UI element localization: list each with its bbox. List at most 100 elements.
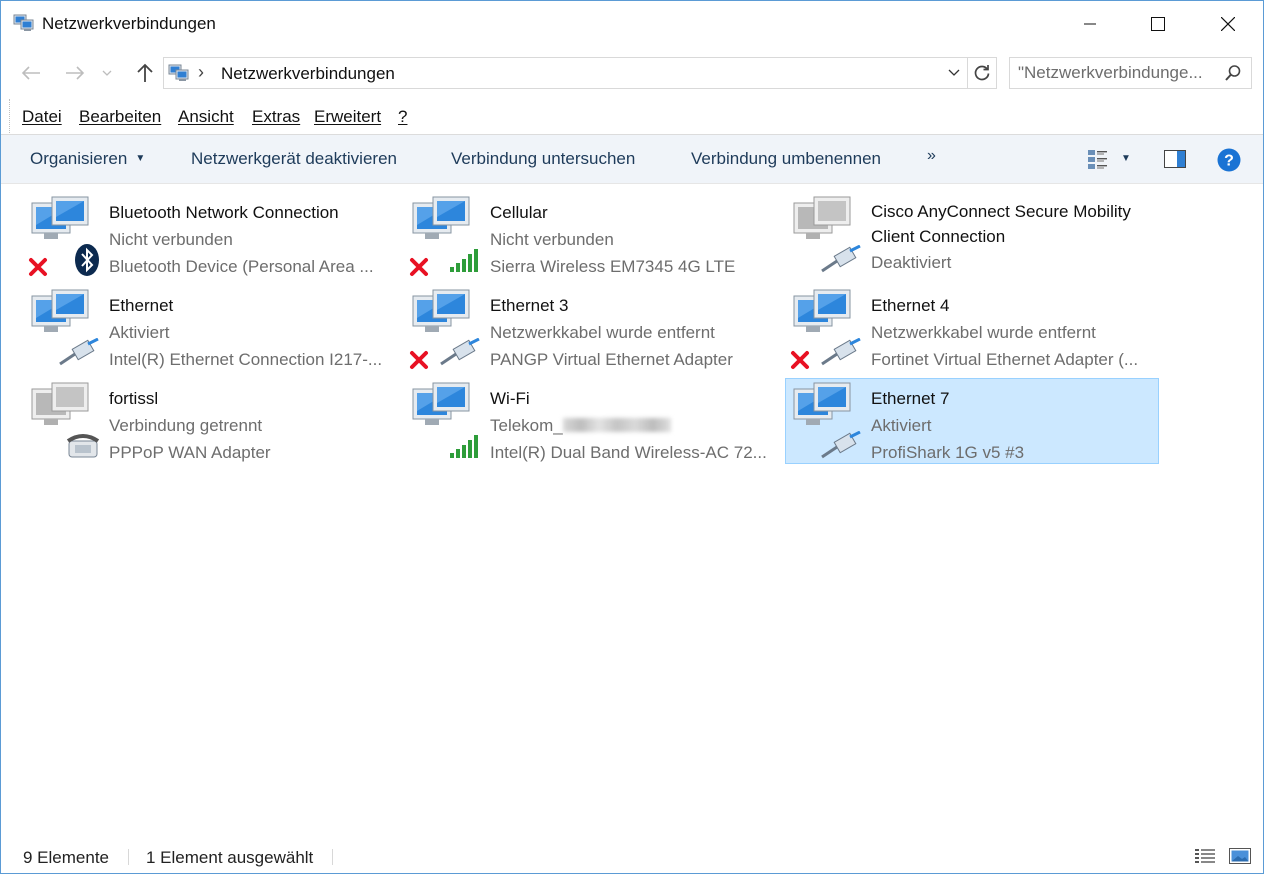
connection-device: Intel(R) Ethernet Connection I217-...	[109, 350, 383, 369]
connection-device: PPPoP WAN Adapter	[109, 443, 271, 462]
menu-datei[interactable]: Datei	[22, 107, 62, 127]
connection-tile[interactable]: Cellular Nicht verbunden Sierra Wireless…	[404, 192, 778, 278]
address-bar[interactable]: › Netzwerkverbindungen	[163, 57, 997, 89]
forward-button[interactable]	[63, 61, 87, 85]
search-icon[interactable]	[1224, 64, 1242, 82]
rename-connection-button[interactable]: Verbindung umbenennen	[691, 149, 881, 169]
connections-list: Bluetooth Network Connection Nicht verbu…	[1, 183, 1263, 833]
menu-extras[interactable]: Extras	[252, 107, 300, 127]
connection-device: Bluetooth Device (Personal Area ...	[109, 257, 374, 276]
disable-device-button[interactable]: Netzwerkgerät deaktivieren	[191, 149, 397, 169]
connection-status: Telekom_	[490, 416, 563, 435]
signal-strength-icon	[450, 249, 478, 272]
organize-label: Organisieren	[30, 149, 128, 168]
status-bar: 9 Elemente 1 Element ausgewählt	[1, 839, 1263, 873]
refresh-icon	[974, 65, 990, 81]
connection-status: Nicht verbunden	[109, 230, 233, 249]
connection-status: Netzwerkkabel wurde entfernt	[871, 323, 1096, 342]
connection-device: Fortinet Virtual Ethernet Adapter (...	[871, 350, 1139, 369]
maximize-icon	[1151, 17, 1165, 31]
search-box[interactable]	[1009, 57, 1252, 89]
chevron-down-icon	[948, 69, 960, 76]
error-x-icon	[29, 258, 47, 276]
view-options-dropdown-icon[interactable]: ▼	[1121, 153, 1131, 164]
command-bar: Organisieren ▼ Netzwerkgerät deaktivieren…	[1, 134, 1263, 184]
network-connections-icon	[168, 64, 189, 81]
more-commands-button[interactable]: »	[927, 147, 936, 165]
organize-button[interactable]: Organisieren ▼	[30, 149, 145, 169]
ethernet-cable-icon	[821, 245, 861, 273]
selection-count: 1 Element ausgewählt	[146, 848, 314, 867]
search-input[interactable]	[1018, 63, 1218, 83]
refresh-button[interactable]	[967, 58, 996, 88]
connection-name: Wi-Fi	[490, 389, 530, 408]
connection-name: Bluetooth Network Connection	[109, 203, 339, 222]
connection-status-row: Telekom_	[490, 412, 775, 439]
connection-device: PANGP Virtual Ethernet Adapter	[490, 350, 733, 369]
arrow-up-icon	[137, 63, 153, 82]
connection-status: Nicht verbunden	[490, 230, 614, 249]
connection-status: Deaktiviert	[871, 253, 952, 272]
error-x-icon	[410, 351, 428, 369]
maximize-button[interactable]	[1135, 1, 1181, 47]
caret-down-icon: ▼	[135, 153, 146, 164]
ethernet-cable-icon	[59, 338, 99, 366]
connection-status: Verbindung getrennt	[109, 416, 263, 435]
menu-ansicht[interactable]: Ansicht	[178, 107, 234, 127]
svg-text:?: ?	[1224, 153, 1234, 170]
arrow-right-icon	[66, 66, 85, 80]
large-icons-view-icon[interactable]	[1229, 847, 1251, 865]
diagnose-connection-button[interactable]: Verbindung untersuchen	[451, 149, 635, 169]
recent-locations-button[interactable]	[99, 61, 115, 85]
item-count: 9 Elemente	[23, 848, 109, 867]
connection-device: Sierra Wireless EM7345 4G LTE	[490, 257, 736, 276]
close-button[interactable]	[1205, 1, 1251, 47]
ethernet-cable-icon	[821, 338, 861, 366]
bluetooth-icon	[75, 244, 99, 276]
menu-erweitert[interactable]: Erweitert	[314, 107, 381, 127]
error-x-icon	[791, 351, 809, 369]
ethernet-cable-icon	[440, 338, 480, 366]
connection-name: Ethernet 4	[871, 296, 950, 315]
connection-tile-selected[interactable]: Ethernet 7 Aktiviert ProfiShark 1G v5 #3	[785, 378, 1159, 464]
connection-tile[interactable]: Ethernet 4 Netzwerkkabel wurde entfernt …	[785, 285, 1159, 371]
connection-name: Cisco AnyConnect Secure Mobility Client …	[871, 202, 1131, 246]
view-options-icon[interactable]	[1087, 148, 1109, 170]
connection-tile[interactable]: Cisco AnyConnect Secure Mobility Client …	[785, 192, 1159, 278]
network-connections-icon	[13, 14, 34, 31]
up-button[interactable]	[133, 61, 157, 85]
menu-help[interactable]: ?	[398, 107, 407, 127]
connection-tile[interactable]: Bluetooth Network Connection Nicht verbu…	[23, 192, 397, 278]
address-history-button[interactable]	[944, 62, 964, 84]
menu-bearbeiten[interactable]: Bearbeiten	[79, 107, 161, 127]
connection-tile[interactable]: Wi-Fi Telekom_ Intel(R) Dual Band Wirele…	[404, 378, 778, 464]
redacted-ssid	[562, 418, 671, 432]
status-divider	[332, 849, 333, 865]
connection-status: Netzwerkkabel wurde entfernt	[490, 323, 715, 342]
details-view-icon[interactable]	[1194, 847, 1216, 865]
connection-device: Intel(R) Dual Band Wireless-AC 72...	[490, 443, 767, 462]
connection-name: Ethernet 3	[490, 296, 569, 315]
preview-pane-icon[interactable]	[1164, 149, 1186, 169]
status-divider	[128, 849, 129, 865]
connection-tile[interactable]: Ethernet 3 Netzwerkkabel wurde entfernt …	[404, 285, 778, 371]
title-bar: Netzwerkverbindungen	[1, 1, 1263, 47]
breadcrumb-separator-icon[interactable]: ›	[198, 62, 204, 83]
connection-tile[interactable]: fortissl Verbindung getrennt PPPoP WAN A…	[23, 378, 397, 464]
connection-name: Cellular	[490, 203, 548, 222]
close-icon	[1221, 17, 1235, 31]
arrow-left-icon	[21, 66, 40, 80]
connection-device: ProfiShark 1G v5 #3	[871, 443, 1025, 462]
address-row: › Netzwerkverbindungen	[1, 53, 1263, 93]
connection-name: fortissl	[109, 389, 159, 408]
help-icon[interactable]: ?	[1217, 148, 1241, 172]
dialup-phone-icon	[66, 434, 100, 458]
connection-status: Aktiviert	[109, 323, 170, 342]
minimize-button[interactable]	[1067, 1, 1113, 47]
window-title: Netzwerkverbindungen	[42, 14, 216, 33]
ethernet-cable-icon	[821, 431, 861, 459]
connection-tile[interactable]: Ethernet Aktiviert Intel(R) Ethernet Con…	[23, 285, 397, 371]
chevron-down-icon	[102, 70, 112, 76]
back-button[interactable]	[19, 61, 43, 85]
breadcrumb-current[interactable]: Netzwerkverbindungen	[221, 64, 395, 84]
